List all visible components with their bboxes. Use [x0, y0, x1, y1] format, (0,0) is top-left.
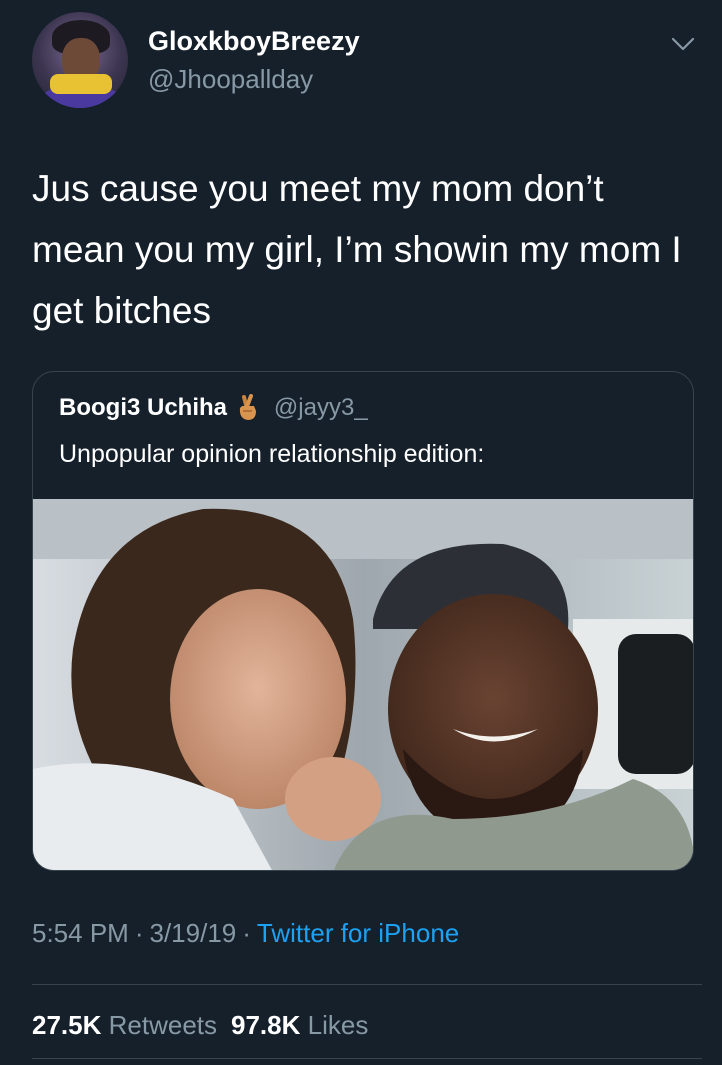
quoted-author-handle: @jayy3_	[273, 394, 368, 421]
tweet-meta: 5:54 PM · 3/19/19 · Twitter for iPhone	[32, 918, 459, 949]
chevron-down-icon[interactable]	[670, 34, 696, 54]
meta-separator: ·	[242, 918, 251, 948]
quoted-tweet-text: Unpopular opinion relationship edition:	[59, 440, 485, 468]
quoted-tweet-photo[interactable]	[33, 499, 694, 871]
divider	[32, 1058, 702, 1059]
quoted-author-name: Boogi3 Uchiha	[59, 394, 228, 421]
likes-label: Likes	[307, 1010, 369, 1040]
retweets-count: 27.5K	[32, 1010, 102, 1040]
crossed-fingers-emoji-icon	[240, 394, 257, 420]
tweet-text: Jus cause you meet my mom don’t mean you…	[32, 168, 682, 331]
retweets-label: Retweets	[108, 1010, 218, 1040]
tweet-time: 5:54 PM	[32, 918, 129, 948]
quoted-tweet-header: Boogi3 Uchiha @jayy3_	[59, 394, 368, 422]
author-avatar[interactable]	[32, 12, 128, 108]
divider	[32, 984, 702, 985]
retweets-stat[interactable]: 27.5K Retweets	[32, 1010, 217, 1040]
author-handle[interactable]: @Jhoopallday	[148, 64, 313, 95]
author-name[interactable]: GloxkboyBreezy	[148, 26, 360, 57]
likes-count: 97.8K	[231, 1010, 301, 1040]
meta-separator: ·	[134, 918, 144, 948]
tweet-detail: GloxkboyBreezy @Jhoopallday Jus cause yo…	[0, 0, 722, 1065]
quoted-tweet[interactable]: Boogi3 Uchiha @jayy3_ Unpopular opinion …	[32, 371, 694, 871]
likes-stat[interactable]: 97.8K Likes	[231, 1010, 368, 1040]
tweet-date: 3/19/19	[149, 918, 237, 948]
tweet-source-link[interactable]: Twitter for iPhone	[257, 918, 459, 948]
tweet-stats: 27.5K Retweets 97.8K Likes	[32, 1010, 368, 1041]
